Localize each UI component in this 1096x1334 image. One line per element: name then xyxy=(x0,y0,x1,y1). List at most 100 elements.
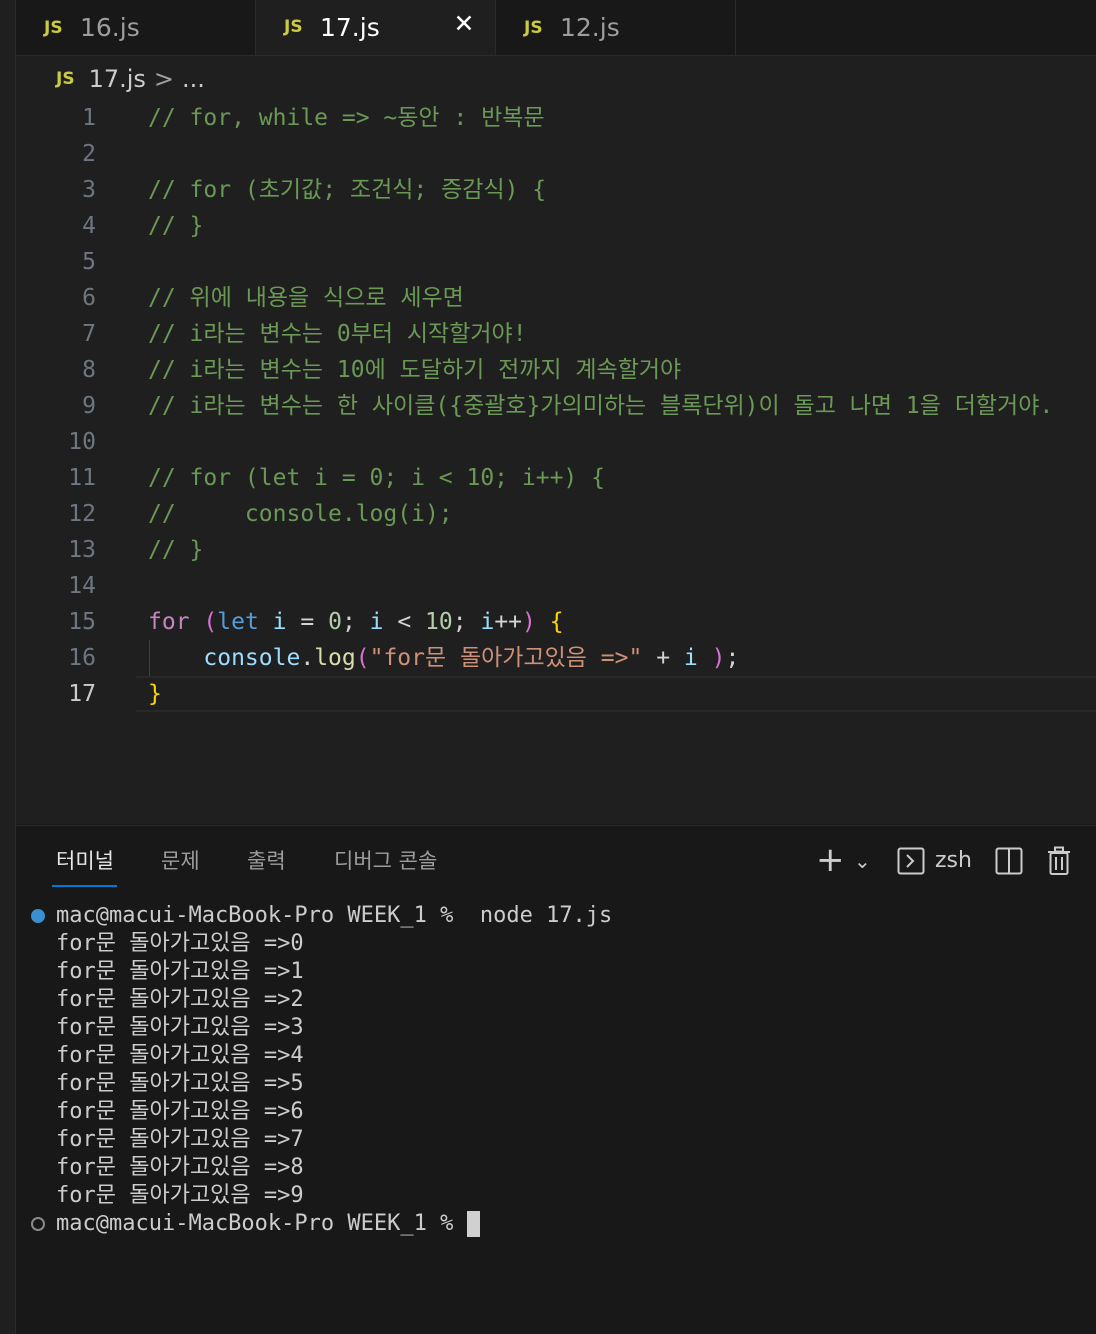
code-line[interactable]: 5 xyxy=(16,244,1096,280)
terminal-text: for문 돌아가고있음 =>2 xyxy=(56,987,304,1012)
terminal-line: for문 돌아가고있음 =>3 xyxy=(16,1014,1096,1042)
command-success-icon[interactable] xyxy=(31,909,45,923)
code-token: . xyxy=(300,645,315,671)
terminal-text: for문 돌아가고있음 =>3 xyxy=(56,1015,304,1040)
terminal-line: mac@macui-MacBook-Pro WEEK_1 % xyxy=(16,1210,1096,1238)
terminal-text: for문 돌아가고있음 =>7 xyxy=(56,1127,304,1152)
code-line[interactable]: 17} xyxy=(16,676,1096,712)
breadcrumb[interactable]: JS 17.js > ... xyxy=(56,64,205,94)
line-number: 8 xyxy=(82,357,96,383)
line-number: 11 xyxy=(68,465,96,491)
tab-16-js[interactable]: JS 16.js xyxy=(16,0,256,55)
code-token: 0 xyxy=(328,609,342,635)
panel-actions: + ⌄ zsh xyxy=(796,843,1096,878)
tab-label: 16.js xyxy=(80,13,140,42)
code-token: } xyxy=(148,681,162,707)
code-line[interactable]: 11 // for (let i = 0; i < 10; i++) { xyxy=(16,460,1096,496)
code-line[interactable]: 14 xyxy=(16,568,1096,604)
tab-debug-console[interactable]: 디버그 콘솔 xyxy=(334,846,437,876)
code-editor[interactable]: JS 17.js > ... 1 // for, while => ~동안 : 반… xyxy=(16,56,1096,824)
code-token: // for (초기값; 조건식; 증감식) { xyxy=(148,177,547,203)
breadcrumb-more[interactable]: ... xyxy=(182,65,205,93)
line-number: 15 xyxy=(68,609,96,635)
split-terminal-icon[interactable] xyxy=(995,844,1023,878)
code-text: // } xyxy=(148,208,203,244)
code-line[interactable]: 16 console.log("for문 돌아가고있음 =>" + i ); xyxy=(16,640,1096,676)
code-token: ; xyxy=(341,609,370,635)
line-number: 7 xyxy=(82,321,96,347)
code-token: // i라는 변수는 한 사이클({중괄호}가의미하는 블록단위)이 돌고 나면… xyxy=(148,393,1054,419)
code-token: ; xyxy=(725,645,740,671)
breadcrumb-file[interactable]: 17.js xyxy=(89,65,146,93)
code-token: ( xyxy=(355,645,370,671)
shell-name[interactable]: zsh xyxy=(935,844,972,878)
chevron-right-icon: > xyxy=(153,65,175,93)
terminal-line: for문 돌아가고있음 =>8 xyxy=(16,1154,1096,1182)
tab-problems[interactable]: 문제 xyxy=(161,846,200,876)
code-token: i xyxy=(369,609,384,635)
line-number: 16 xyxy=(68,645,96,671)
code-token: // for (let i = 0; i < 10; i++) { xyxy=(148,465,605,491)
code-text: // console.log(i); xyxy=(148,496,453,532)
terminal-text: mac@macui-MacBook-Pro WEEK_1 % xyxy=(56,1210,481,1238)
code-line[interactable]: 13 // } xyxy=(16,532,1096,568)
add-terminal-icon[interactable]: + xyxy=(816,843,845,878)
code-line[interactable]: 12 // console.log(i); xyxy=(16,496,1096,532)
terminal-line: for문 돌아가고있음 =>9 xyxy=(16,1182,1096,1210)
code-token: "for문 돌아가고있음 =>" xyxy=(369,645,643,671)
code-token: let xyxy=(217,609,259,635)
code-token: i xyxy=(272,609,287,635)
code-token: + xyxy=(642,645,684,671)
code-text: // for, while => ~동안 : 반복문 xyxy=(148,100,545,136)
code-token: { xyxy=(549,609,564,635)
terminal-text: for문 돌아가고있음 =>0 xyxy=(56,931,304,956)
terminal-text: for문 돌아가고있음 =>1 xyxy=(56,959,304,984)
code-line[interactable]: 3 // for (초기값; 조건식; 증감식) { xyxy=(16,172,1096,208)
code-text: // for (초기값; 조건식; 증감식) { xyxy=(148,172,546,208)
chevron-down-icon[interactable]: ⌄ xyxy=(854,844,871,878)
tab-17-js[interactable]: JS 17.js ✕ xyxy=(256,0,496,55)
close-icon[interactable]: ✕ xyxy=(451,11,477,37)
code-line[interactable]: 10 xyxy=(16,424,1096,460)
code-line[interactable]: 9 // i라는 변수는 한 사이클({중괄호}가의미하는 블록단위)이 돌고 나… xyxy=(16,388,1096,424)
line-number: 3 xyxy=(82,177,96,203)
line-number: 14 xyxy=(68,573,96,599)
code-line[interactable]: 8 // i라는 변수는 10에 도달하기 전까지 계속할거야 xyxy=(16,352,1096,388)
tab-12-js[interactable]: JS 12.js xyxy=(496,0,736,55)
terminal-cursor xyxy=(467,1211,481,1237)
command-pending-icon[interactable] xyxy=(31,1217,45,1231)
code-line[interactable]: 15 for (let i = 0; i < 10; i++) { xyxy=(16,604,1096,640)
code-line[interactable]: 4 // } xyxy=(16,208,1096,244)
trash-icon[interactable] xyxy=(1047,844,1071,878)
code-token: // 위에 내용을 식으로 세우면 xyxy=(148,285,464,311)
code-text: } xyxy=(148,676,162,712)
editor-tab-bar: JS 16.js JS 17.js ✕ JS 12.js xyxy=(16,0,1096,56)
terminal-line: mac@macui-MacBook-Pro WEEK_1 % node 17.j… xyxy=(16,902,1096,930)
terminal-shell-icon xyxy=(897,844,925,878)
line-number: 4 xyxy=(82,213,96,239)
terminal-text: mac@macui-MacBook-Pro WEEK_1 % node 17.j… xyxy=(56,903,613,928)
code-text: for (let i = 0; i < 10; i++) { xyxy=(148,604,564,640)
terminal-line: for문 돌아가고있음 =>1 xyxy=(16,958,1096,986)
terminal-line: for문 돌아가고있음 =>4 xyxy=(16,1042,1096,1070)
code-token: ) xyxy=(522,609,536,635)
js-file-icon: JS xyxy=(284,17,303,37)
code-line[interactable]: 6 // 위에 내용을 식으로 세우면 xyxy=(16,280,1096,316)
line-number: 17 xyxy=(68,681,96,707)
code-line[interactable]: 7 // i라는 변수는 0부터 시작할거야! xyxy=(16,316,1096,352)
terminal-line: for문 돌아가고있음 =>5 xyxy=(16,1070,1096,1098)
tab-terminal[interactable]: 터미널 xyxy=(56,846,114,876)
code-token: = xyxy=(286,609,329,635)
js-file-icon: JS xyxy=(56,69,75,89)
line-number: 13 xyxy=(68,537,96,563)
code-token: < xyxy=(383,609,426,635)
code-token: 10 xyxy=(425,609,453,635)
code-token: ) xyxy=(711,645,726,671)
code-line[interactable]: 1 // for, while => ~동안 : 반복문 xyxy=(16,100,1096,136)
code-line[interactable]: 2 xyxy=(16,136,1096,172)
tab-output[interactable]: 출력 xyxy=(247,846,286,876)
